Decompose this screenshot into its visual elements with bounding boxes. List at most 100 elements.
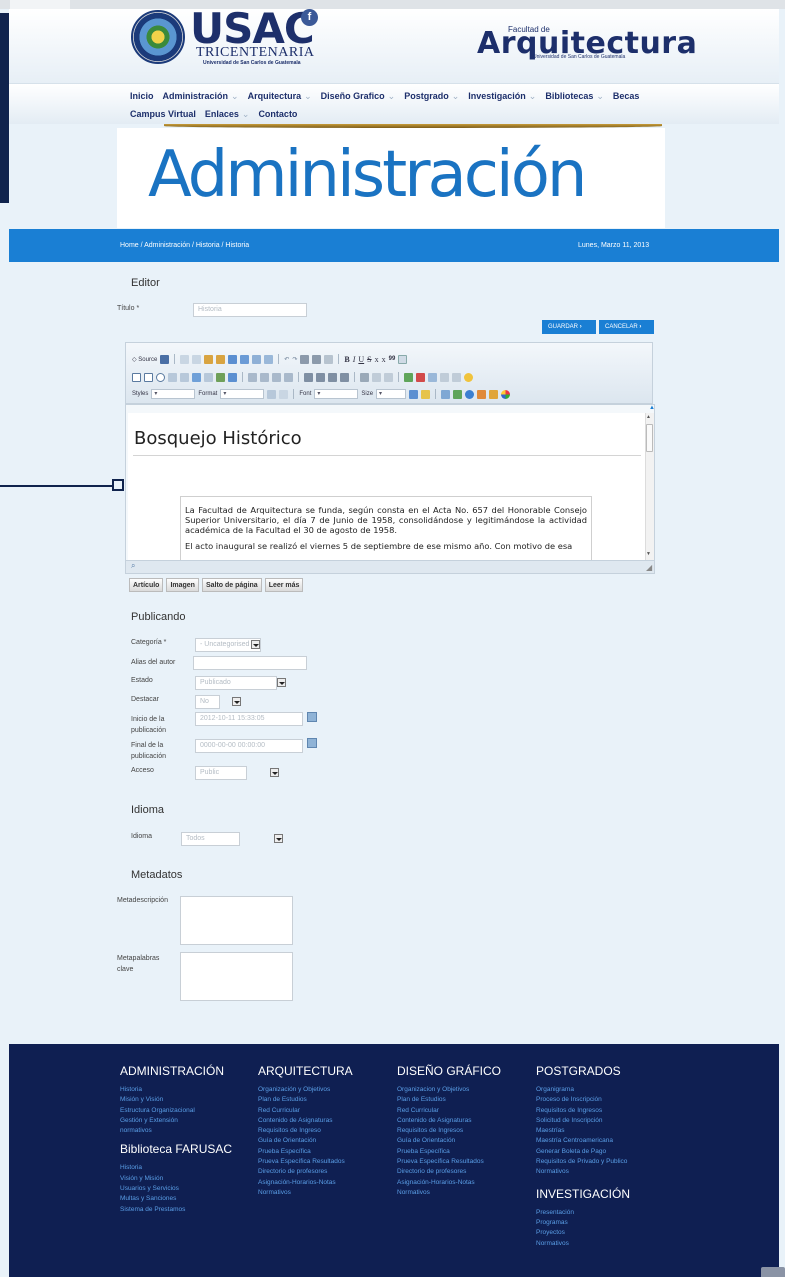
bulleted-list-icon[interactable]: [260, 372, 269, 382]
paste-text-icon[interactable]: [216, 354, 226, 364]
nav-item-postgrado[interactable]: Postgrado ⌄: [404, 91, 459, 102]
paste-icon[interactable]: [204, 354, 214, 364]
footer-link[interactable]: Proceso de Inscripción: [536, 1095, 630, 1105]
alias-input[interactable]: [193, 656, 307, 670]
nav-item-diseño-grafico[interactable]: Diseño Grafico ⌄: [321, 91, 396, 102]
chevron-down-icon[interactable]: [232, 697, 242, 707]
align-right-icon[interactable]: [328, 372, 337, 382]
footer-link[interactable]: Asignación-Horarios-Notas: [397, 1178, 501, 1188]
footer-link[interactable]: Sistema de Prestamos: [120, 1205, 232, 1215]
footer-link[interactable]: Requisitos de Ingreso: [258, 1126, 353, 1136]
footer-link[interactable]: Maestrías: [536, 1126, 630, 1136]
footer-link[interactable]: Programas: [536, 1218, 630, 1228]
back-to-top-button[interactable]: [761, 1267, 785, 1277]
inicio-date-input[interactable]: 2012-10-11 15:33:05: [195, 712, 303, 726]
footer-link[interactable]: Organigrama: [536, 1085, 630, 1095]
chevron-down-icon[interactable]: [251, 640, 260, 650]
footer-link[interactable]: Prueba Específica: [258, 1147, 353, 1157]
replace-icon[interactable]: [312, 354, 322, 364]
nav-item-arquitectura[interactable]: Arquitectura ⌄: [248, 91, 312, 102]
idioma-select[interactable]: Todos: [181, 832, 240, 846]
flash-icon[interactable]: [416, 372, 425, 382]
document-paragraph-1[interactable]: La Facultad de Arquitectura se funda, se…: [181, 497, 591, 535]
footer-link[interactable]: Historia: [120, 1085, 232, 1095]
undo-icon[interactable]: ↶: [284, 356, 289, 363]
redo-icon[interactable]: ↷: [292, 356, 297, 363]
footer-link[interactable]: Contenido de Asignaturas: [397, 1116, 501, 1126]
print-icon[interactable]: [240, 354, 250, 364]
editor-button-3[interactable]: Leer más: [264, 578, 304, 592]
nav-item-enlaces[interactable]: Enlaces ⌄: [205, 109, 250, 120]
footer-link[interactable]: Estructura Organizacional: [120, 1106, 232, 1116]
nav-item-bibliotecas[interactable]: Bibliotecas ⌄: [545, 91, 604, 102]
usac-seal-logo[interactable]: [131, 10, 185, 64]
footer-link[interactable]: Plan de Estudios: [258, 1095, 353, 1105]
text-color-icon[interactable]: [409, 389, 419, 399]
editor-button-0[interactable]: Artículo: [129, 578, 164, 592]
save-icon[interactable]: [160, 354, 170, 364]
radio-icon[interactable]: [156, 372, 165, 382]
metadescripcion-textarea[interactable]: [180, 896, 293, 945]
footer-link[interactable]: Directorio de profesores: [397, 1167, 501, 1177]
breadcrumb[interactable]: Home / Administración / Historia / Histo…: [120, 242, 249, 249]
smiley-icon[interactable]: [464, 372, 473, 382]
spellcheck-icon[interactable]: [252, 354, 262, 364]
footer-link[interactable]: Guía de Orientación: [397, 1136, 501, 1146]
underline-icon[interactable]: U: [358, 355, 364, 364]
scayt-icon[interactable]: [264, 354, 274, 364]
button-field-icon[interactable]: [204, 372, 213, 382]
nav-item-becas[interactable]: Becas: [613, 91, 640, 102]
strikethrough-icon[interactable]: S: [367, 355, 371, 364]
source-button[interactable]: ◇ Source: [132, 356, 157, 363]
unlink-icon[interactable]: [372, 372, 381, 382]
footer-link[interactable]: Plan de Estudios: [397, 1095, 501, 1105]
find-format-icon[interactable]: [267, 389, 277, 399]
superscript-icon[interactable]: x: [382, 355, 386, 364]
pagebreak-icon[interactable]: [489, 389, 499, 399]
subscript-icon[interactable]: x: [375, 355, 379, 364]
chevron-down-icon[interactable]: [273, 834, 283, 844]
footer-link[interactable]: Contenido de Asignaturas: [258, 1116, 353, 1126]
chevron-down-icon[interactable]: [269, 768, 279, 778]
textarea-icon[interactable]: [180, 372, 189, 382]
footer-link[interactable]: Gestión y Extensión: [120, 1116, 232, 1126]
chevron-down-icon[interactable]: [277, 678, 287, 688]
footer-link[interactable]: Requisitos de Privado y Publico: [536, 1157, 630, 1167]
document-heading[interactable]: Bosquejo Histórico: [134, 428, 302, 449]
align-justify-icon[interactable]: [340, 372, 349, 382]
footer-link[interactable]: Normativos: [258, 1188, 353, 1198]
final-date-input[interactable]: 0000-00-00 00:00:00: [195, 739, 303, 753]
indent-icon[interactable]: [284, 372, 293, 382]
form-icon[interactable]: [132, 372, 141, 382]
nav-item-campus-virtual[interactable]: Campus Virtual: [130, 109, 196, 120]
footer-link[interactable]: normativos: [120, 1126, 232, 1136]
checkbox-icon[interactable]: [144, 372, 153, 382]
image-icon[interactable]: [404, 372, 413, 382]
editor-button-1[interactable]: Imagen: [166, 578, 199, 592]
footer-link[interactable]: Red Curricular: [397, 1106, 501, 1116]
footer-link[interactable]: Usuarios y Servicios: [120, 1184, 232, 1194]
page-break-icon[interactable]: [452, 372, 461, 382]
nav-item-inicio[interactable]: Inicio: [130, 91, 154, 102]
titulo-input[interactable]: Historia: [193, 303, 307, 317]
numbered-list-icon[interactable]: [248, 372, 257, 382]
format-select[interactable]: ▾: [220, 389, 265, 399]
italic-icon[interactable]: I: [353, 355, 356, 364]
nav-item-investigación[interactable]: Investigación ⌄: [468, 91, 536, 102]
select-field-icon[interactable]: [192, 372, 201, 382]
blockquote-icon[interactable]: 99: [389, 356, 396, 362]
footer-link[interactable]: Historia: [120, 1163, 232, 1173]
show-blocks-icon[interactable]: [453, 389, 463, 399]
save-button[interactable]: GUARDAR ›: [542, 320, 596, 334]
maximize-icon[interactable]: [441, 389, 451, 399]
nav-item-administración[interactable]: Administración ⌄: [163, 91, 239, 102]
footer-link[interactable]: Maestría Centroamericana: [536, 1136, 630, 1146]
footer-link[interactable]: Organizacion y Objetivos: [397, 1085, 501, 1095]
size-select[interactable]: ▾: [376, 389, 407, 399]
footer-link[interactable]: Asignación-Horarios-Notas: [258, 1178, 353, 1188]
remove-format-icon[interactable]: [279, 389, 289, 399]
find-icon[interactable]: [300, 354, 310, 364]
cancel-button[interactable]: CANCELAR ›: [599, 320, 654, 334]
estado-select[interactable]: Publicado: [195, 676, 277, 690]
resize-handle-icon[interactable]: ◢: [646, 563, 652, 572]
